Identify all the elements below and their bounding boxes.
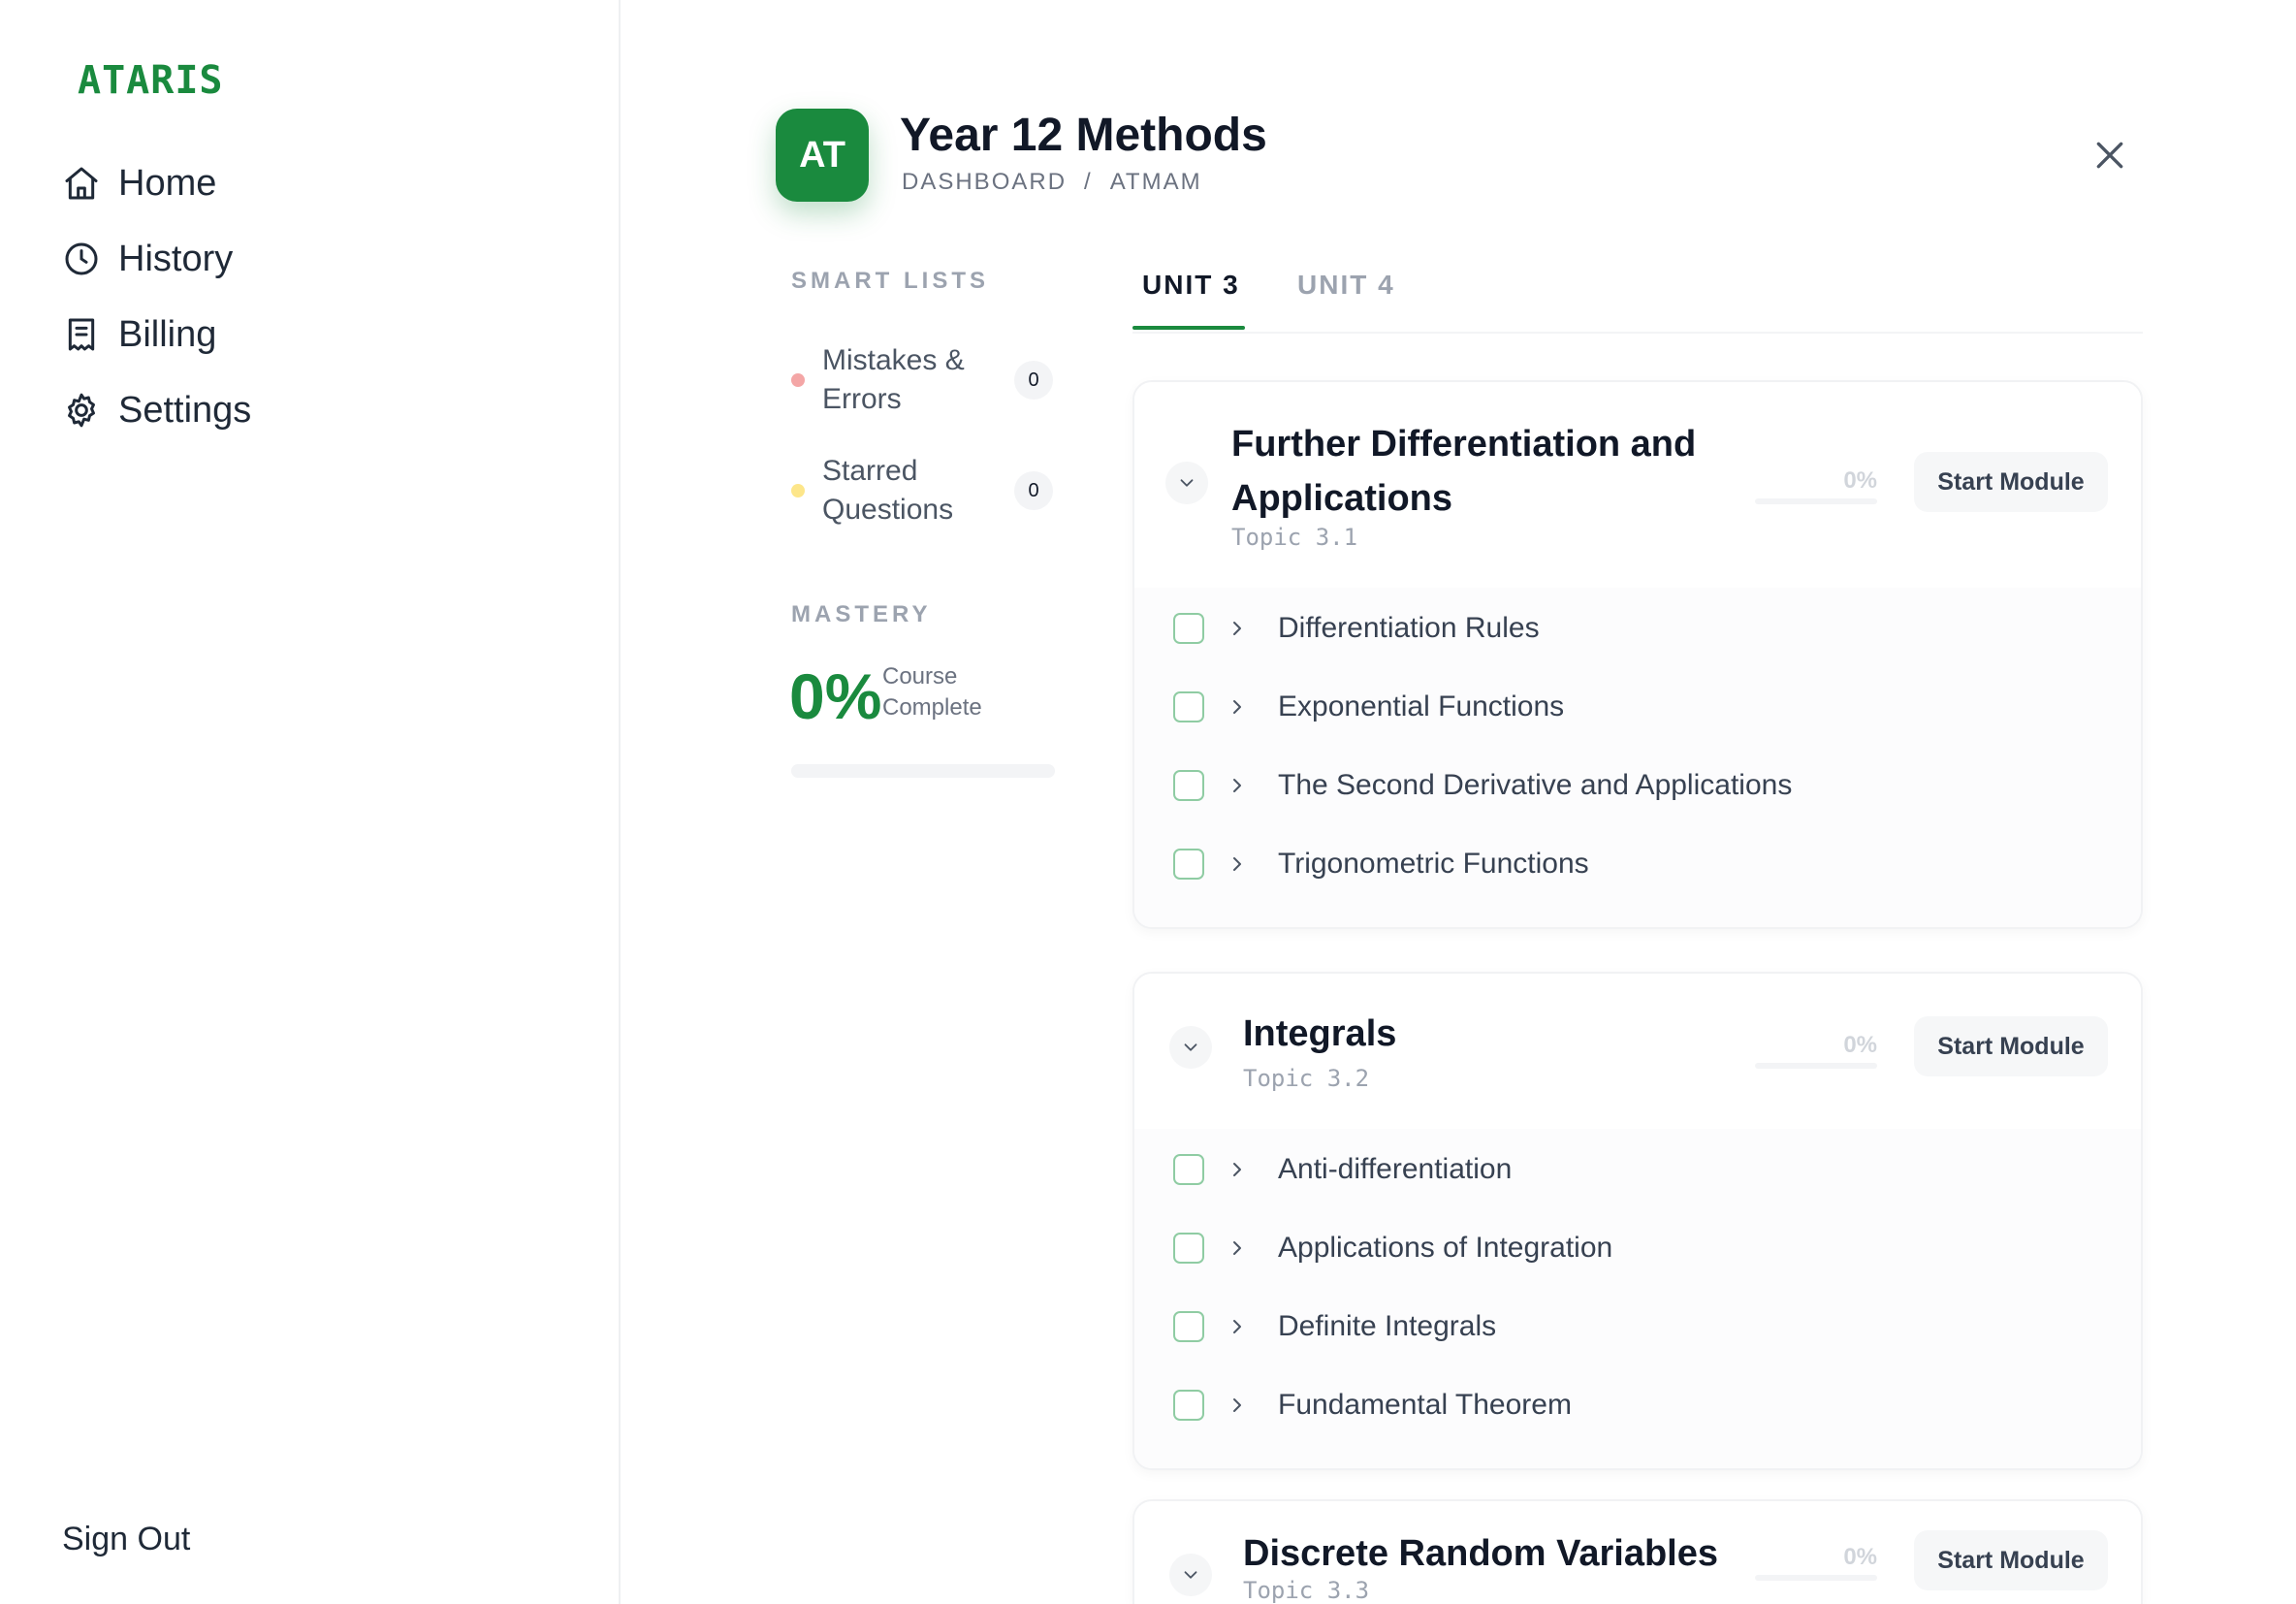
mastery-caption: Course Complete [882, 663, 982, 721]
lesson-item[interactable]: Anti-differentiation [1173, 1150, 1512, 1189]
smart-list-mistakes[interactable]: Mistakes & Errors 0 [791, 341, 1053, 419]
module-card: Discrete Random Variables Topic 3.3 0% S… [1132, 1499, 2143, 1604]
sidebar-nav: Home History Billing Settings [62, 145, 251, 448]
smart-lists-label: SMART LISTS [791, 268, 989, 294]
chevron-right-icon[interactable] [1226, 1394, 1249, 1417]
module-title: Integrals [1243, 1013, 1397, 1054]
lesson-checkbox[interactable] [1173, 770, 1204, 801]
app-logo[interactable]: ATARIS [78, 58, 224, 103]
collapse-toggle[interactable] [1165, 462, 1208, 504]
chevron-right-icon[interactable] [1226, 695, 1249, 719]
start-module-button[interactable]: Start Module [1914, 1530, 2108, 1590]
lesson-name: The Second Derivative and Applications [1278, 769, 1793, 801]
module-percent: 0% [1843, 1032, 1877, 1058]
smart-list-starred[interactable]: Starred Questions 0 [791, 452, 1053, 529]
chevron-right-icon[interactable] [1226, 617, 1249, 640]
lesson-name: Anti-differentiation [1278, 1153, 1513, 1185]
sidebar-item-label: Settings [118, 389, 252, 431]
status-dot [791, 484, 805, 497]
lesson-item[interactable]: Applications of Integration [1173, 1229, 1612, 1267]
chevron-right-icon[interactable] [1226, 852, 1249, 876]
gear-icon [68, 393, 95, 428]
lesson-item[interactable]: The Second Derivative and Applications [1173, 766, 1792, 805]
lesson-item[interactable]: Fundamental Theorem [1173, 1386, 1572, 1425]
collapse-toggle[interactable] [1169, 1026, 1212, 1069]
active-tab-indicator [1132, 326, 1245, 330]
count-badge: 0 [1014, 361, 1053, 400]
home-icon [65, 167, 98, 200]
breadcrumb-separator: / [1084, 169, 1093, 195]
lesson-name: Fundamental Theorem [1278, 1389, 1572, 1421]
chevron-right-icon[interactable] [1226, 1158, 1249, 1181]
module-progress-bar [1755, 1575, 1877, 1581]
module-progress-bar [1755, 1063, 1877, 1069]
breadcrumb-dashboard[interactable]: DASHBOARD [902, 169, 1067, 196]
breadcrumb: DASHBOARD / ATMAM [902, 169, 1202, 196]
module-title: Discrete Random Variables [1243, 1533, 1718, 1574]
sidebar-item-label: Billing [118, 313, 217, 355]
lesson-checkbox[interactable] [1173, 849, 1204, 880]
lesson-checkbox[interactable] [1173, 613, 1204, 644]
module-card: Further Differentiation and Applications… [1132, 380, 2143, 929]
sidebar-item-billing[interactable]: Billing [62, 297, 251, 372]
lesson-name: Applications of Integration [1278, 1232, 1613, 1264]
sign-out-button[interactable]: Sign Out [62, 1521, 190, 1558]
close-icon[interactable] [2090, 136, 2129, 175]
lesson-item[interactable]: Definite Integrals [1173, 1307, 1496, 1346]
mastery-label: MASTERY [791, 601, 932, 627]
sidebar-item-settings[interactable]: Settings [62, 372, 251, 448]
smart-list-label: Starred Questions [822, 455, 954, 526]
sidebar: ATARIS Home History Billing Settings Sig… [0, 0, 621, 1604]
start-module-button[interactable]: Start Module [1914, 1016, 2108, 1076]
lesson-checkbox[interactable] [1173, 1233, 1204, 1264]
chevron-down-icon [1184, 1571, 1197, 1579]
lesson-name: Trigonometric Functions [1278, 848, 1589, 880]
sidebar-item-label: Home [118, 162, 217, 204]
lesson-name: Exponential Functions [1278, 690, 1565, 722]
module-card: Integrals Topic 3.2 0% Start Module Anti… [1132, 972, 2143, 1470]
lesson-item[interactable]: Differentiation Rules [1173, 609, 1540, 648]
clock-icon [65, 242, 98, 275]
tab-unit-3[interactable]: UNIT 3 [1142, 270, 1240, 301]
mastery-value: 0% [789, 660, 882, 732]
status-dot [791, 373, 805, 387]
lesson-checkbox[interactable] [1173, 1311, 1204, 1342]
lesson-name: Differentiation Rules [1278, 612, 1540, 644]
lesson-item[interactable]: Exponential Functions [1173, 688, 1564, 726]
module-topic: Topic 3.1 [1231, 524, 1358, 551]
start-module-button[interactable]: Start Module [1914, 452, 2108, 512]
page-title: Year 12 Methods [900, 110, 1267, 161]
module-percent: 0% [1843, 467, 1877, 494]
collapse-toggle[interactable] [1169, 1554, 1212, 1596]
chevron-down-icon [1180, 479, 1194, 487]
chevron-right-icon[interactable] [1226, 1315, 1249, 1338]
module-progress-bar [1755, 498, 1877, 504]
chevron-right-icon[interactable] [1226, 1236, 1249, 1260]
module-topic: Topic 3.3 [1243, 1577, 1370, 1604]
module-percent: 0% [1843, 1544, 1877, 1570]
module-title: Further Differentiation and Applications [1231, 424, 1697, 519]
sidebar-item-home[interactable]: Home [62, 145, 251, 221]
smart-list-label: Mistakes & Errors [822, 344, 965, 415]
course-avatar: AT [776, 109, 869, 202]
module-topic: Topic 3.2 [1243, 1065, 1370, 1092]
mastery-progress-bar [791, 764, 1055, 778]
lesson-checkbox[interactable] [1173, 1154, 1204, 1185]
breadcrumb-current: ATMAM [1109, 169, 1202, 195]
tab-unit-4[interactable]: UNIT 4 [1297, 270, 1395, 301]
chevron-right-icon[interactable] [1226, 774, 1249, 797]
sidebar-item-label: History [118, 238, 234, 279]
unit-tabs: UNIT 3 UNIT 4 [1132, 262, 2143, 334]
chevron-down-icon [1184, 1043, 1197, 1051]
count-badge: 0 [1014, 471, 1053, 510]
lesson-checkbox[interactable] [1173, 1390, 1204, 1421]
lesson-item[interactable]: Trigonometric Functions [1173, 845, 1589, 883]
sidebar-item-history[interactable]: History [62, 221, 251, 297]
lesson-name: Definite Integrals [1278, 1310, 1497, 1342]
receipt-icon [68, 318, 95, 351]
lesson-checkbox[interactable] [1173, 691, 1204, 722]
